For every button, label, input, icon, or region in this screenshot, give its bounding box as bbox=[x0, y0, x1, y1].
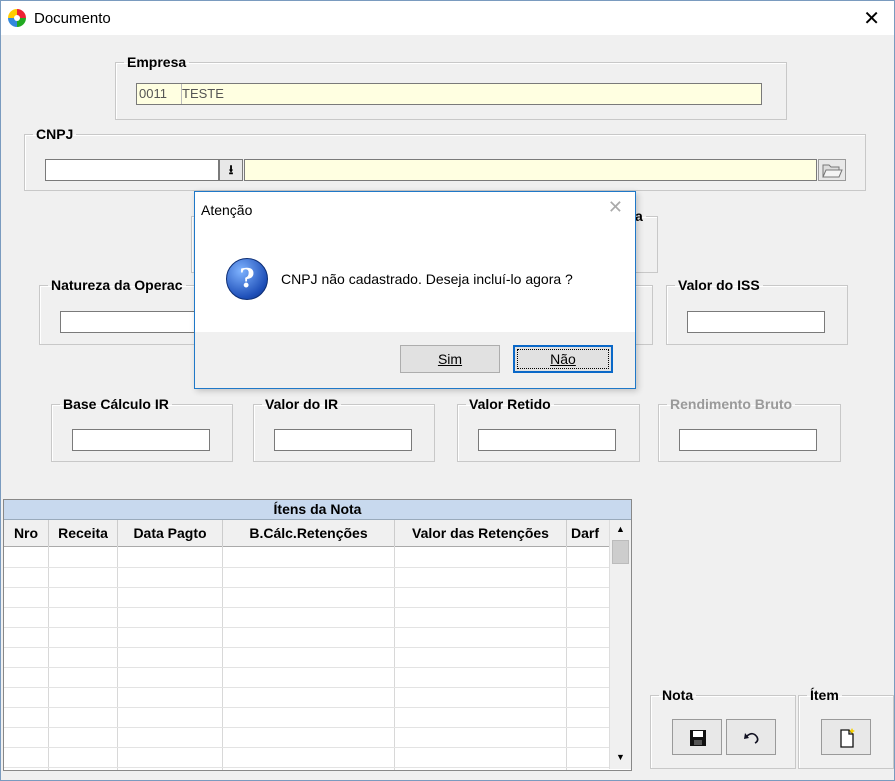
download-arrow-icon: ⭳ bbox=[228, 162, 234, 177]
floppy-disk-icon bbox=[690, 730, 706, 746]
rendimento-bruto-input bbox=[679, 429, 817, 451]
scroll-thumb[interactable] bbox=[612, 540, 629, 564]
table-row[interactable] bbox=[4, 707, 609, 708]
grid-header: Nro Receita Data Pagto B.Cálc.Retenções … bbox=[4, 520, 614, 547]
folder-open-icon bbox=[822, 164, 843, 178]
no-button[interactable]: Não bbox=[513, 345, 613, 373]
confirm-dialog: Atenção ✕ ? CNPJ não cadastrado. Deseja … bbox=[194, 191, 636, 389]
cnpj-browse-button[interactable] bbox=[818, 159, 846, 181]
document-window: Documento ✕ Empresa 0011 TESTE CNPJ ⭳ a … bbox=[0, 0, 895, 781]
valor-ir-label: Valor do IR bbox=[265, 396, 339, 412]
base-ir-input[interactable] bbox=[72, 429, 210, 451]
items-grid[interactable]: Ítens da Nota Nro Receita Data Pagto B.C… bbox=[3, 499, 632, 771]
col-header-data-pagto[interactable]: Data Pagto bbox=[118, 520, 223, 546]
grid-column-line bbox=[566, 546, 567, 770]
valor-iss-label: Valor do ISS bbox=[678, 277, 760, 293]
no-button-label: Não bbox=[550, 351, 576, 367]
nota-group: Nota bbox=[650, 687, 796, 769]
table-row[interactable] bbox=[4, 627, 609, 628]
valor-ir-group: Valor do IR bbox=[253, 396, 435, 462]
table-row[interactable] bbox=[4, 687, 609, 688]
table-row[interactable] bbox=[4, 607, 609, 608]
col-header-valor-retencoes[interactable]: Valor das Retenções bbox=[395, 520, 567, 546]
cnpj-group: CNPJ ⭳ bbox=[24, 126, 866, 191]
grid-caption: Ítens da Nota bbox=[4, 500, 631, 520]
valor-retido-group: Valor Retido bbox=[457, 396, 640, 462]
grid-column-line bbox=[48, 546, 49, 770]
dialog-message: CNPJ não cadastrado. Deseja incluí-lo ag… bbox=[281, 271, 573, 287]
natureza-input[interactable] bbox=[60, 311, 198, 333]
col-header-bcalc-retencoes[interactable]: B.Cálc.Retenções bbox=[223, 520, 395, 546]
valor-ir-input[interactable] bbox=[274, 429, 412, 451]
valor-retido-label: Valor Retido bbox=[469, 396, 551, 412]
table-row[interactable] bbox=[4, 647, 609, 648]
valor-iss-group: Valor do ISS bbox=[666, 277, 848, 345]
grid-column-line bbox=[117, 546, 118, 770]
grid-scrollbar[interactable]: ▲ ▼ bbox=[609, 520, 631, 769]
empresa-field[interactable]: 0011 TESTE bbox=[136, 83, 762, 105]
col-header-darf[interactable]: Darf bbox=[567, 520, 614, 546]
scroll-up-arrow-icon[interactable]: ▲ bbox=[610, 521, 631, 538]
app-logo-icon bbox=[8, 9, 26, 27]
valor-retido-input[interactable] bbox=[478, 429, 616, 451]
natureza-label: Natureza da Operac bbox=[51, 277, 183, 293]
empresa-group: Empresa 0011 TESTE bbox=[115, 54, 787, 120]
dialog-title: Atenção bbox=[201, 202, 253, 218]
dialog-close-icon[interactable]: ✕ bbox=[608, 197, 623, 218]
yes-button-label: Sim bbox=[437, 351, 463, 367]
grid-column-line bbox=[222, 546, 223, 770]
cnpj-name-field[interactable] bbox=[244, 159, 817, 181]
col-header-receita[interactable]: Receita bbox=[49, 520, 118, 546]
col-header-nro[interactable]: Nro bbox=[4, 520, 49, 546]
scroll-down-arrow-icon[interactable]: ▼ bbox=[610, 749, 631, 766]
table-row[interactable] bbox=[4, 747, 609, 748]
new-document-icon bbox=[840, 728, 855, 748]
save-button[interactable] bbox=[672, 719, 722, 755]
valor-iss-input[interactable] bbox=[687, 311, 825, 333]
grid-column-line bbox=[394, 546, 395, 770]
yes-button[interactable]: Sim bbox=[400, 345, 500, 373]
item-label: Ítem bbox=[810, 687, 839, 703]
undo-button[interactable] bbox=[726, 719, 776, 755]
table-row[interactable] bbox=[4, 727, 609, 728]
item-group: Ítem bbox=[798, 687, 894, 769]
undo-icon bbox=[744, 732, 759, 744]
empresa-name: TESTE bbox=[182, 86, 224, 101]
table-row[interactable] bbox=[4, 667, 609, 668]
empresa-code: 0011 bbox=[138, 84, 182, 104]
window-title: Documento bbox=[34, 10, 111, 27]
cnpj-label: CNPJ bbox=[36, 126, 74, 142]
cnpj-dropdown-button[interactable]: ⭳ bbox=[219, 159, 243, 181]
rendimento-bruto-group: Rendimento Bruto bbox=[658, 396, 841, 462]
dialog-title-bar: Atenção ✕ bbox=[195, 192, 635, 228]
table-row[interactable] bbox=[4, 567, 609, 568]
rendimento-bruto-label: Rendimento Bruto bbox=[670, 396, 793, 412]
nota-label: Nota bbox=[662, 687, 694, 703]
base-ir-label: Base Cálculo IR bbox=[63, 396, 169, 412]
empresa-label: Empresa bbox=[127, 54, 187, 70]
table-row[interactable] bbox=[4, 587, 609, 588]
dialog-body: ? CNPJ não cadastrado. Deseja incluí-lo … bbox=[195, 228, 635, 332]
base-ir-group: Base Cálculo IR bbox=[51, 396, 233, 462]
title-bar: Documento ✕ bbox=[1, 1, 894, 35]
question-icon: ? bbox=[226, 258, 268, 300]
close-icon[interactable]: ✕ bbox=[863, 6, 880, 31]
table-row[interactable] bbox=[4, 767, 609, 768]
cnpj-input[interactable] bbox=[45, 159, 219, 181]
new-item-button[interactable] bbox=[821, 719, 871, 755]
